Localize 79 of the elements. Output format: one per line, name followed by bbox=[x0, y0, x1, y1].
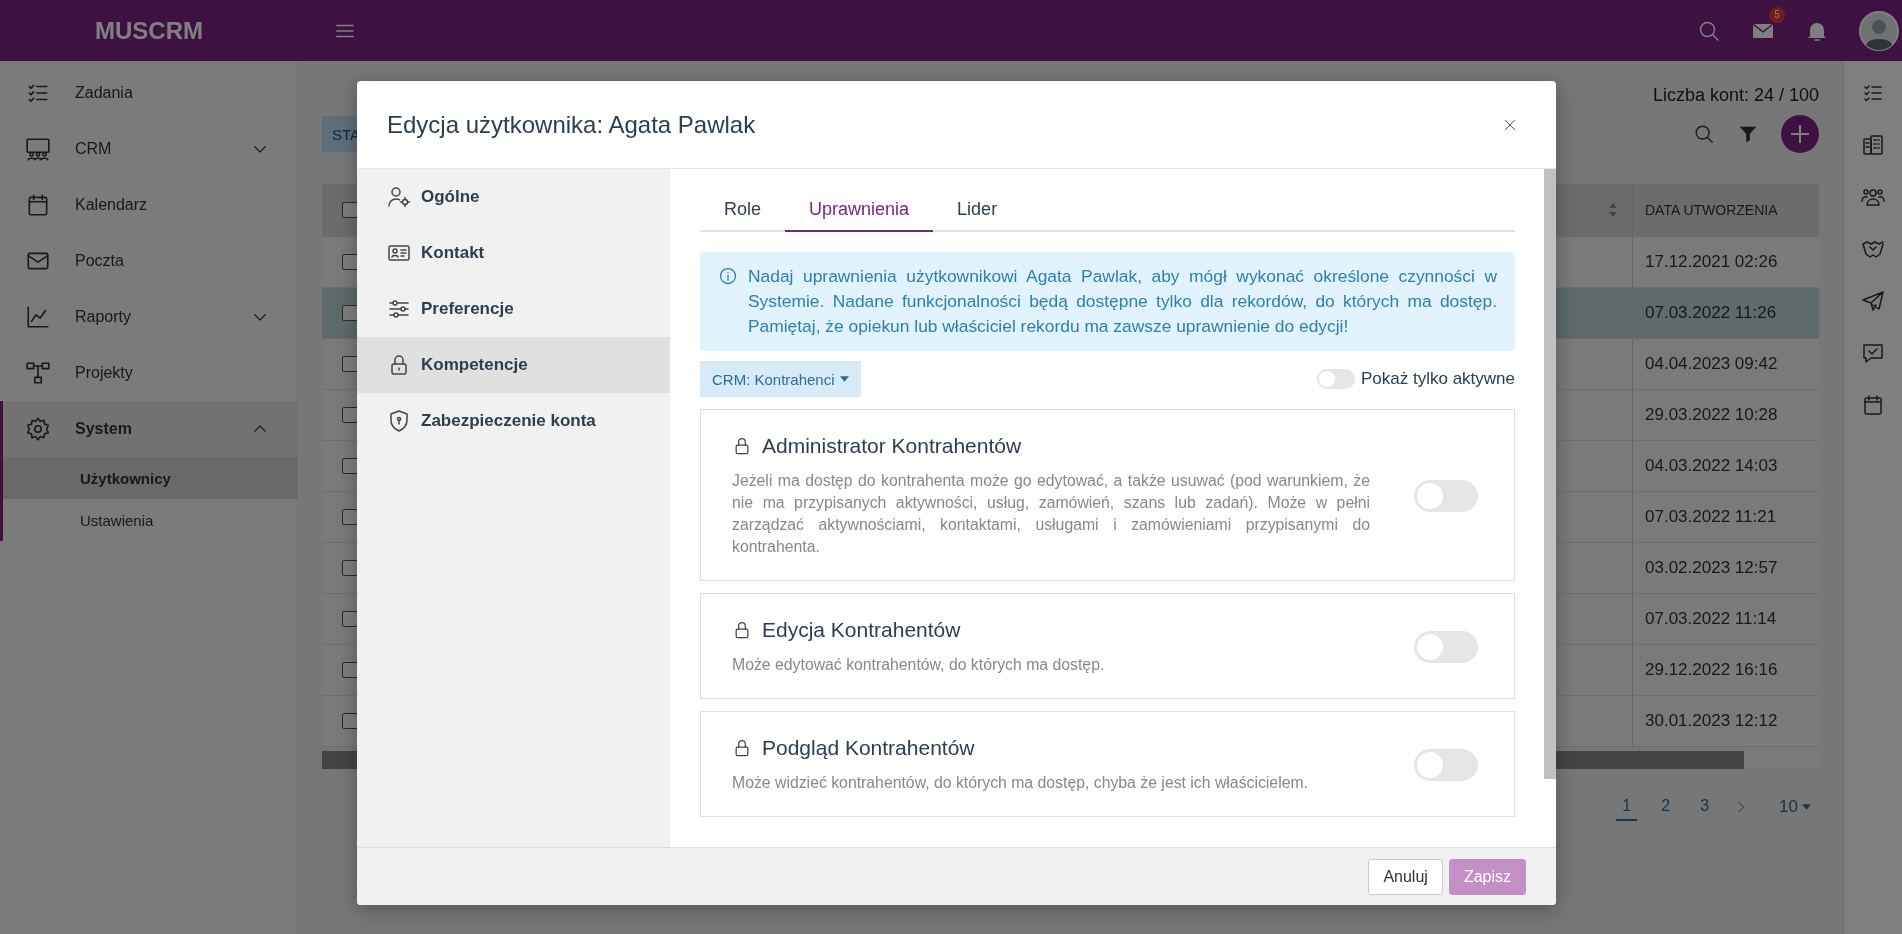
toggle-label: Pokaż tylko aktywne bbox=[1361, 369, 1515, 389]
dialog-title: Edycja użytkownika: Agata Pawlak bbox=[387, 110, 756, 139]
table-cell: 29.12.2022 16:16 bbox=[1645, 660, 1778, 679]
sidebar-item[interactable]: System bbox=[0, 401, 297, 457]
table-cell: 04.03.2022 14:03 bbox=[1645, 456, 1778, 475]
checkbox[interactable] bbox=[342, 254, 358, 270]
sidebar-item[interactable]: Poczta bbox=[0, 233, 297, 289]
table-cell: 07.03.2022 11:14 bbox=[1645, 609, 1777, 628]
toggle-switch[interactable] bbox=[1414, 749, 1478, 781]
column-header[interactable]: DATA UTWORZENIA bbox=[1633, 202, 1819, 218]
table-cell: 03.02.2023 12:57 bbox=[1645, 558, 1778, 577]
sliders-icon bbox=[387, 297, 411, 321]
sidebar-item[interactable]: CRM bbox=[0, 121, 297, 177]
avatar[interactable] bbox=[1859, 10, 1899, 51]
calendar-icon[interactable] bbox=[1861, 393, 1885, 417]
sidebar-item[interactable]: Zadania bbox=[0, 65, 297, 121]
table-cell: 07.03.2022 11:21 bbox=[1645, 507, 1777, 526]
tab[interactable]: Uprawnienia bbox=[785, 191, 934, 232]
permission-description: Jeżeli ma dostęp do kontrahenta może go edytować, a także usuwać (pod warunkiem, że nie ma przypisanych aktywności, usług, zamówień, szans lub zadań). Może w pełni zarządzać aktywnościami, kontaktami, usługami i zamówieniami przypisanymi do kontrahenta. bbox=[732, 471, 1370, 557]
search-icon[interactable] bbox=[1693, 123, 1715, 145]
table-cell: 30.01.2023 12:12 bbox=[1645, 711, 1778, 730]
permission-title: Edycja Kontrahentów bbox=[762, 618, 961, 642]
permission-title: Administrator Kontrahentów bbox=[762, 434, 1022, 458]
caret-icon bbox=[1802, 804, 1811, 810]
permission-description: Może widzieć kontrahentów, do których ma dostęp, chyba że jest ich właścicielem. bbox=[732, 773, 1309, 793]
sidebar-subitem[interactable]: Użytkownicy bbox=[0, 457, 297, 499]
chat-check-icon[interactable] bbox=[1861, 341, 1885, 365]
toggle-switch[interactable] bbox=[1414, 480, 1478, 512]
checkbox[interactable] bbox=[342, 202, 358, 218]
checkbox[interactable] bbox=[342, 662, 358, 678]
dialog-nav-item[interactable]: Zabezpieczenie konta bbox=[357, 393, 670, 449]
toggle-switch[interactable] bbox=[1414, 631, 1478, 663]
checkbox[interactable] bbox=[342, 560, 358, 576]
checkbox[interactable] bbox=[342, 458, 358, 474]
checkbox[interactable] bbox=[342, 713, 358, 729]
permission-description: Może edytować kontrahentów, do których ma dostęp. bbox=[732, 655, 1106, 675]
hierarchy-icon bbox=[25, 360, 51, 386]
page-size-select[interactable]: 10 bbox=[1779, 797, 1811, 817]
page-link[interactable]: 1 bbox=[1616, 793, 1638, 821]
send-icon[interactable] bbox=[1861, 289, 1885, 313]
group-icon bbox=[25, 136, 51, 162]
table-cell: 07.03.2022 11:26 bbox=[1645, 303, 1777, 322]
module-dropdown[interactable]: CRM: Kontrahenci bbox=[700, 361, 861, 397]
page-link[interactable]: 2 bbox=[1655, 793, 1677, 821]
dialog-nav-item[interactable]: Preferencje bbox=[357, 281, 670, 337]
sidebar-item[interactable]: Kalendarz bbox=[0, 177, 297, 233]
add-button[interactable] bbox=[1781, 115, 1819, 153]
logo: MUSCRM bbox=[95, 16, 203, 45]
shield-icon bbox=[387, 409, 411, 433]
building-icon[interactable] bbox=[1861, 133, 1885, 157]
dialog-nav-item[interactable]: Kompetencje bbox=[357, 337, 670, 393]
scrollbar-thumb[interactable] bbox=[1544, 169, 1556, 780]
tab[interactable]: Role bbox=[700, 191, 786, 232]
checkbox[interactable] bbox=[342, 305, 358, 321]
toggle-switch[interactable] bbox=[1317, 369, 1355, 389]
permission-title: Podgląd Kontrahentów bbox=[762, 736, 975, 760]
checkbox[interactable] bbox=[342, 407, 358, 423]
info-text: Nadaj uprawnienia użytkownikowi Agata Pawlak, aby mógł wykonać określone czynności w Systemie. Nadane funkcjonalności będą dostępne tylko dla rekordów, do których ma dostęp. Pamiętaj, że opiekun lub właściciel rekordu ma zawsze uprawnienie do edycji! bbox=[748, 265, 1497, 338]
dialog-nav-item[interactable]: Kontakt bbox=[357, 225, 670, 281]
user-gear-icon bbox=[387, 185, 411, 209]
sidebar-item[interactable]: Projekty bbox=[0, 345, 297, 401]
chart-icon bbox=[25, 304, 51, 330]
checkbox[interactable] bbox=[342, 611, 358, 627]
sidebar-item[interactable]: Raporty bbox=[0, 289, 297, 345]
checkbox[interactable] bbox=[342, 356, 358, 372]
checkbox[interactable] bbox=[342, 509, 358, 525]
page-link[interactable]: 3 bbox=[1694, 793, 1716, 821]
dialog-nav-item[interactable]: Ogólne bbox=[357, 169, 670, 225]
table-cell: 29.03.2022 10:28 bbox=[1645, 405, 1778, 424]
tab[interactable]: Lider bbox=[933, 191, 1022, 232]
info-icon bbox=[718, 266, 738, 286]
notification-badge: 5 bbox=[1769, 6, 1785, 23]
settings-icon bbox=[25, 416, 51, 442]
table-cell: 04.04.2023 09:42 bbox=[1645, 354, 1778, 373]
sidebar-subitem[interactable]: Ustawienia bbox=[0, 499, 297, 541]
cancel-button[interactable]: Anuluj bbox=[1368, 858, 1443, 895]
caret-icon bbox=[839, 376, 849, 382]
account-count: Liczba kont: 24 / 100 bbox=[1652, 85, 1819, 106]
table-cell: 17.12.2021 02:26 bbox=[1645, 252, 1778, 271]
